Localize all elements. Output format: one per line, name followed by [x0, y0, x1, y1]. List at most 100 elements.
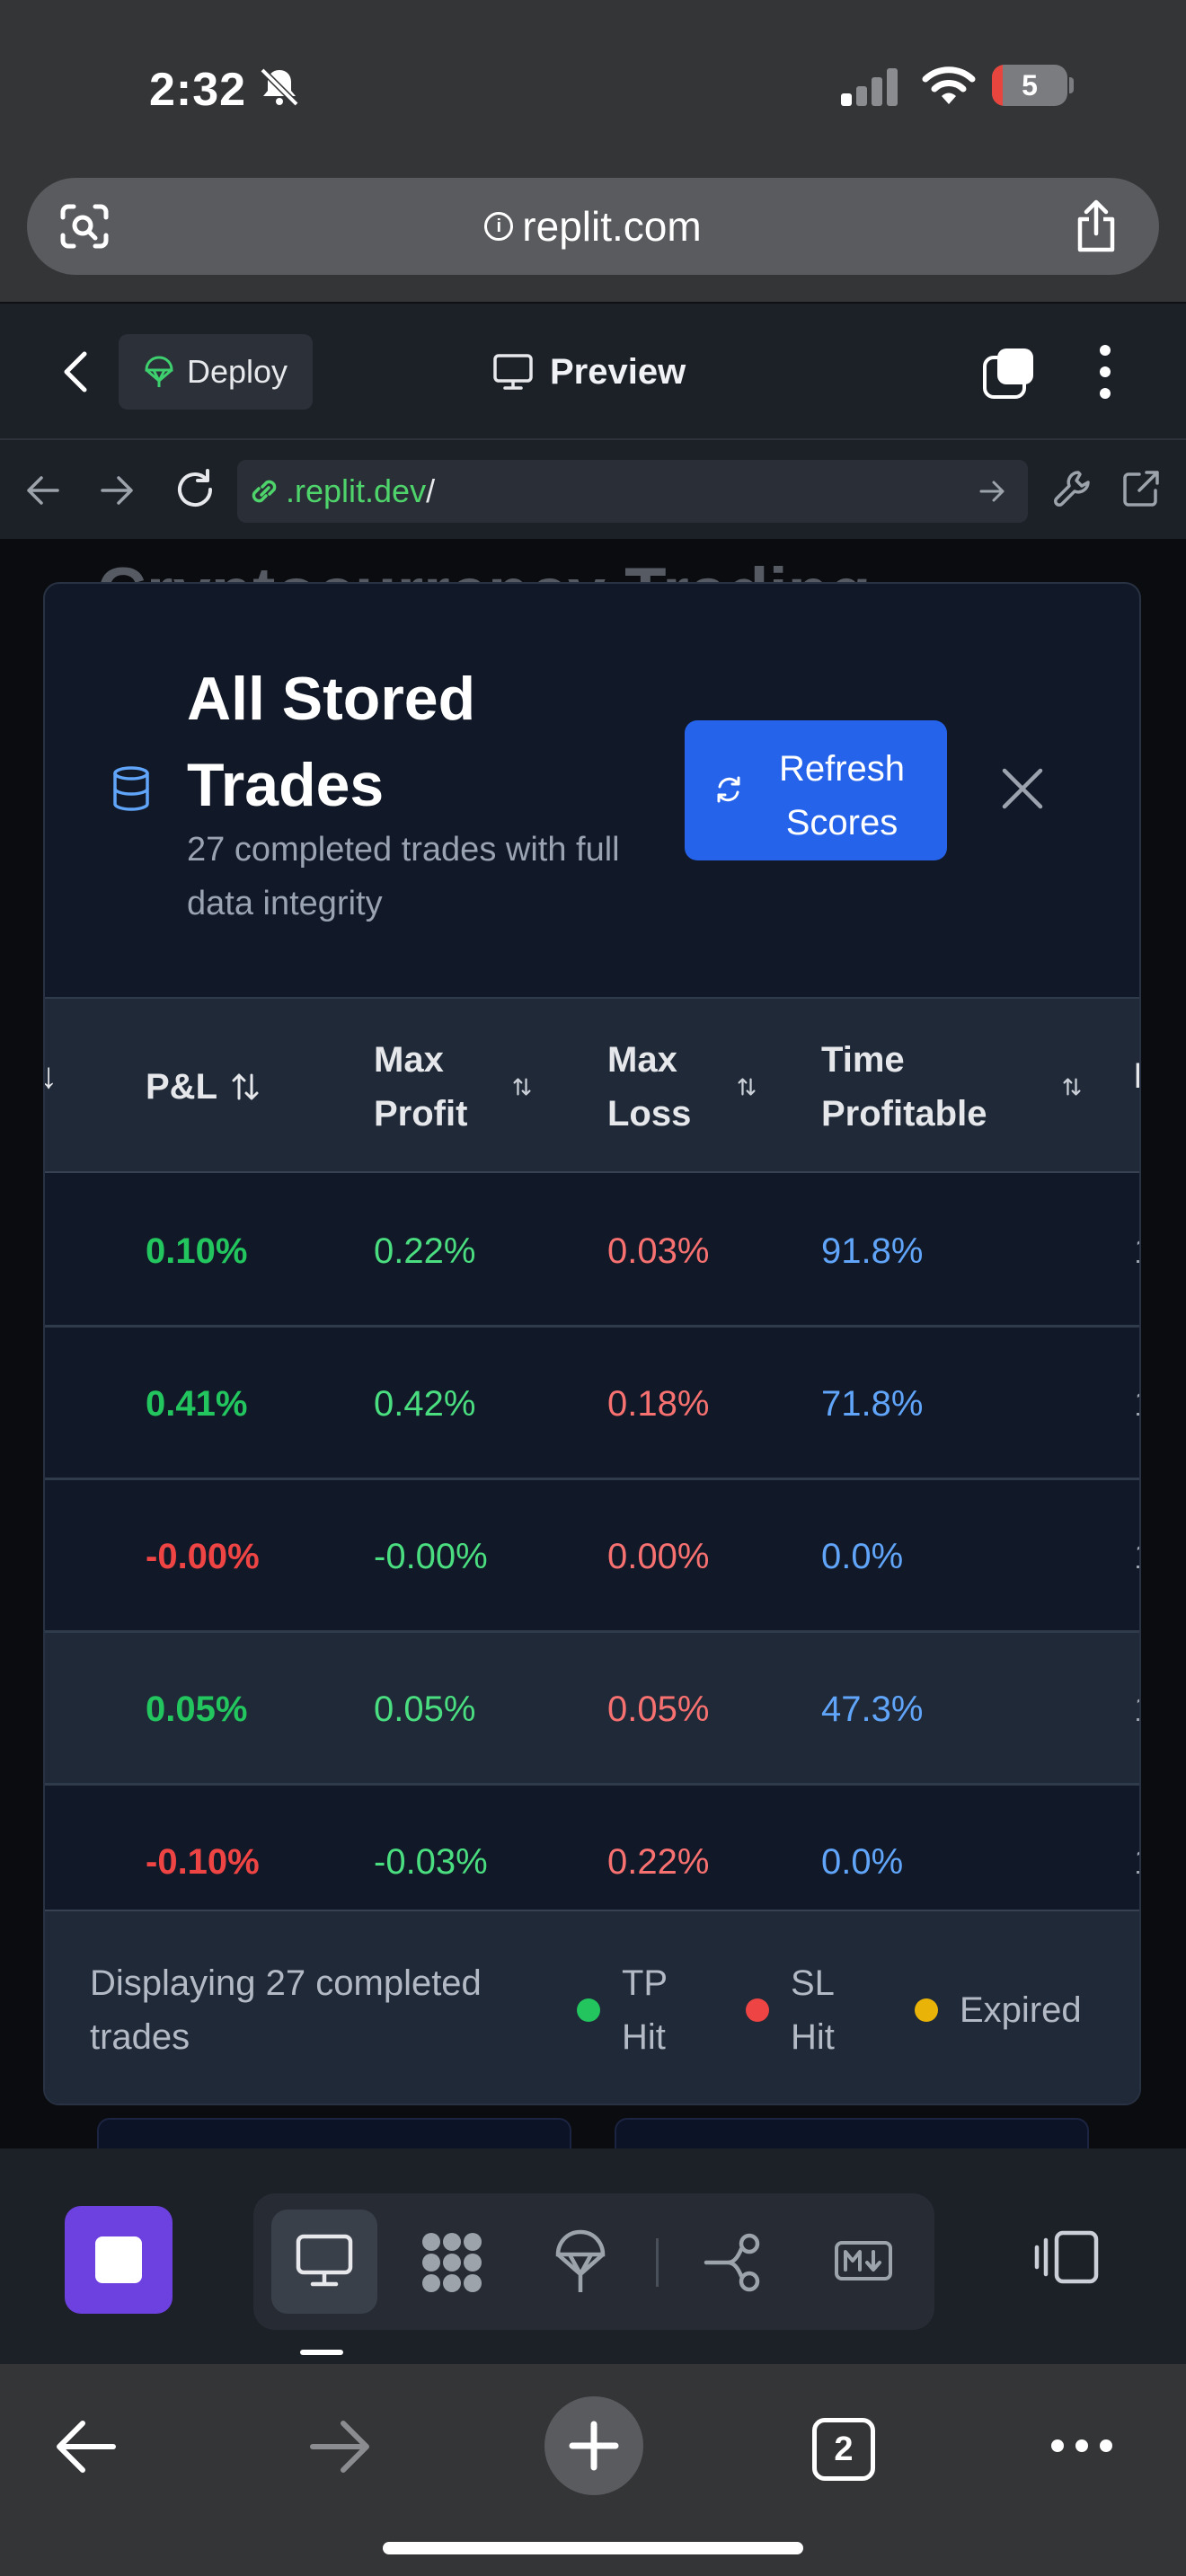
preview-label: Preview	[550, 351, 686, 392]
reload-icon[interactable]	[173, 467, 217, 512]
legend-dot-green	[577, 1998, 600, 2022]
home-indicator	[383, 2542, 803, 2554]
close-icon[interactable]	[999, 765, 1046, 812]
legend-label: SL Hit	[791, 1963, 835, 2057]
battery-level: 5	[1022, 69, 1038, 101]
table-row[interactable]: 0.05% 0.05% 0.05% 47.3% 1	[45, 1633, 1139, 1786]
trades-count-text: Displaying 27 completed trades	[90, 1963, 482, 2057]
more-vertical-icon[interactable]	[1087, 341, 1123, 402]
column-header-time-profitable[interactable]: Time Profitable	[821, 999, 1082, 1175]
preview-tab-title[interactable]: Preview	[492, 343, 686, 401]
wifi-icon	[922, 66, 976, 104]
column-header-max-profit[interactable]: Max Profit	[374, 999, 532, 1175]
sort-arrows-icon[interactable]	[230, 1072, 261, 1102]
sort-arrows-icon[interactable]	[1062, 1077, 1082, 1097]
column-label: P&L	[146, 1067, 217, 1107]
apps-grid-icon[interactable]	[419, 2229, 485, 2296]
pnl-cell: 0.05%	[146, 1689, 248, 1729]
pnl-cell: -0.00%	[146, 1537, 260, 1576]
open-external-icon[interactable]	[1120, 467, 1163, 510]
safari-url-text: replit.com	[522, 203, 702, 250]
modal-subtitle: 27 completed trades with full data integ…	[187, 831, 620, 922]
deploy-icon	[145, 356, 173, 387]
go-arrow-icon[interactable]	[979, 480, 1006, 503]
deploy-label: Deploy	[186, 353, 288, 390]
column-header-max-loss[interactable]: Max Loss	[607, 999, 757, 1175]
modal-title: All Stored Trades	[187, 665, 476, 819]
deploy-tool-icon[interactable]	[553, 2228, 607, 2296]
safari-bottom-bar: 2	[0, 2364, 1186, 2576]
database-icon	[113, 766, 149, 811]
markdown-icon[interactable]	[834, 2240, 893, 2281]
max-profit-cell: -0.00%	[374, 1537, 488, 1576]
link-icon	[252, 480, 277, 503]
tab-count-button[interactable]: 2	[812, 2418, 875, 2481]
column-label: Max Profit	[374, 1040, 468, 1134]
table-header: ↓ P&L Max Profit Max Loss Time P	[45, 997, 1139, 1175]
arrow-right-icon[interactable]	[99, 472, 137, 508]
partial-sort-arrow: ↓	[45, 1056, 58, 1097]
refresh-scores-button[interactable]: Refresh Scores	[685, 720, 947, 860]
max-loss-cell: 0.05%	[607, 1689, 710, 1729]
preview-url-field[interactable]: .replit.dev/	[237, 460, 1028, 523]
preview-tool-button[interactable]	[271, 2210, 377, 2314]
git-branch-icon[interactable]	[703, 2233, 766, 2292]
time-profitable-cell: 91.8%	[821, 1231, 924, 1271]
refresh-scores-label: Refresh Scores	[778, 749, 906, 842]
legend-item-sl-hit: SL Hit	[746, 1956, 854, 2064]
plus-icon	[569, 2421, 619, 2471]
legend-item-tp-hit: TP Hit	[577, 1956, 685, 2064]
more-horizontal-icon[interactable]	[1046, 2434, 1118, 2457]
sort-arrows-icon[interactable]	[512, 1077, 532, 1097]
pnl-cell: 0.41%	[146, 1384, 248, 1424]
column-header-pnl[interactable]: P&L	[146, 999, 261, 1175]
info-icon: i	[484, 212, 514, 241]
deploy-button[interactable]: Deploy	[119, 334, 313, 410]
safari-url[interactable]: i replit.com	[27, 178, 1159, 275]
pnl-cell: 0.10%	[146, 1231, 248, 1271]
replit-bottom-toolbar	[0, 2148, 1186, 2364]
back-chevron-icon[interactable]	[59, 348, 92, 395]
background-card	[97, 2118, 571, 2148]
new-tab-button[interactable]	[544, 2396, 643, 2495]
max-profit-cell: 0.05%	[374, 1689, 476, 1729]
table-row[interactable]: -0.00% -0.00% 0.00% 0.0% 1	[45, 1480, 1139, 1633]
modal-footer: Displaying 27 completed trades TP Hit SL…	[45, 1910, 1139, 2104]
arrow-left-icon[interactable]	[23, 472, 61, 508]
stop-icon	[95, 2236, 142, 2283]
legend-item-expired: Expired	[915, 1956, 1082, 2064]
legend-label: Expired	[960, 1990, 1082, 2030]
safari-address-bar[interactable]: i replit.com	[27, 178, 1159, 275]
share-icon[interactable]	[1073, 199, 1120, 253]
partial-cell: 1	[1134, 1633, 1139, 1786]
partial-cell: 1	[1134, 1328, 1139, 1480]
time-profitable-cell: 47.3%	[821, 1689, 924, 1729]
split-panel-icon[interactable]	[1033, 2229, 1100, 2285]
battery-indicator: 5	[992, 65, 1074, 106]
table-row[interactable]: 0.10% 0.22% 0.03% 91.8% 1	[45, 1175, 1139, 1328]
max-profit-cell: 0.22%	[374, 1231, 476, 1271]
tabs-icon[interactable]	[981, 345, 1037, 401]
preview-url: .replit.dev/	[286, 460, 435, 523]
preview-navigation-bar: .replit.dev/	[0, 438, 1186, 539]
stop-button[interactable]	[65, 2206, 173, 2314]
refresh-icon	[717, 776, 740, 803]
preview-url-path: /	[426, 472, 436, 509]
partial-cell: 1	[1134, 1175, 1139, 1328]
replit-header: Deploy Preview	[0, 302, 1186, 438]
active-tab-indicator	[300, 2350, 343, 2355]
legend-label: TP Hit	[622, 1963, 668, 2057]
sort-arrows-icon[interactable]	[737, 1077, 757, 1097]
all-trades-modal: All Stored Trades 27 completed trades wi…	[43, 582, 1141, 2105]
time-profitable-cell: 0.0%	[821, 1537, 904, 1576]
max-loss-cell: 0.18%	[607, 1384, 710, 1424]
table-row[interactable]: 0.41% 0.42% 0.18% 71.8% 1	[45, 1328, 1139, 1480]
partial-column-header: I	[1134, 1056, 1139, 1097]
arrow-left-icon[interactable]	[52, 2420, 119, 2474]
monitor-icon	[493, 354, 533, 390]
wrench-icon[interactable]	[1051, 467, 1094, 510]
column-label: Time Profitable	[821, 1040, 987, 1134]
preview-area: Cryptocurrency Trading All Stored Trades…	[0, 539, 1186, 2148]
safari-top-chrome: 2:32 5 i replit.com	[0, 0, 1186, 302]
arrow-right-icon[interactable]	[307, 2420, 374, 2474]
